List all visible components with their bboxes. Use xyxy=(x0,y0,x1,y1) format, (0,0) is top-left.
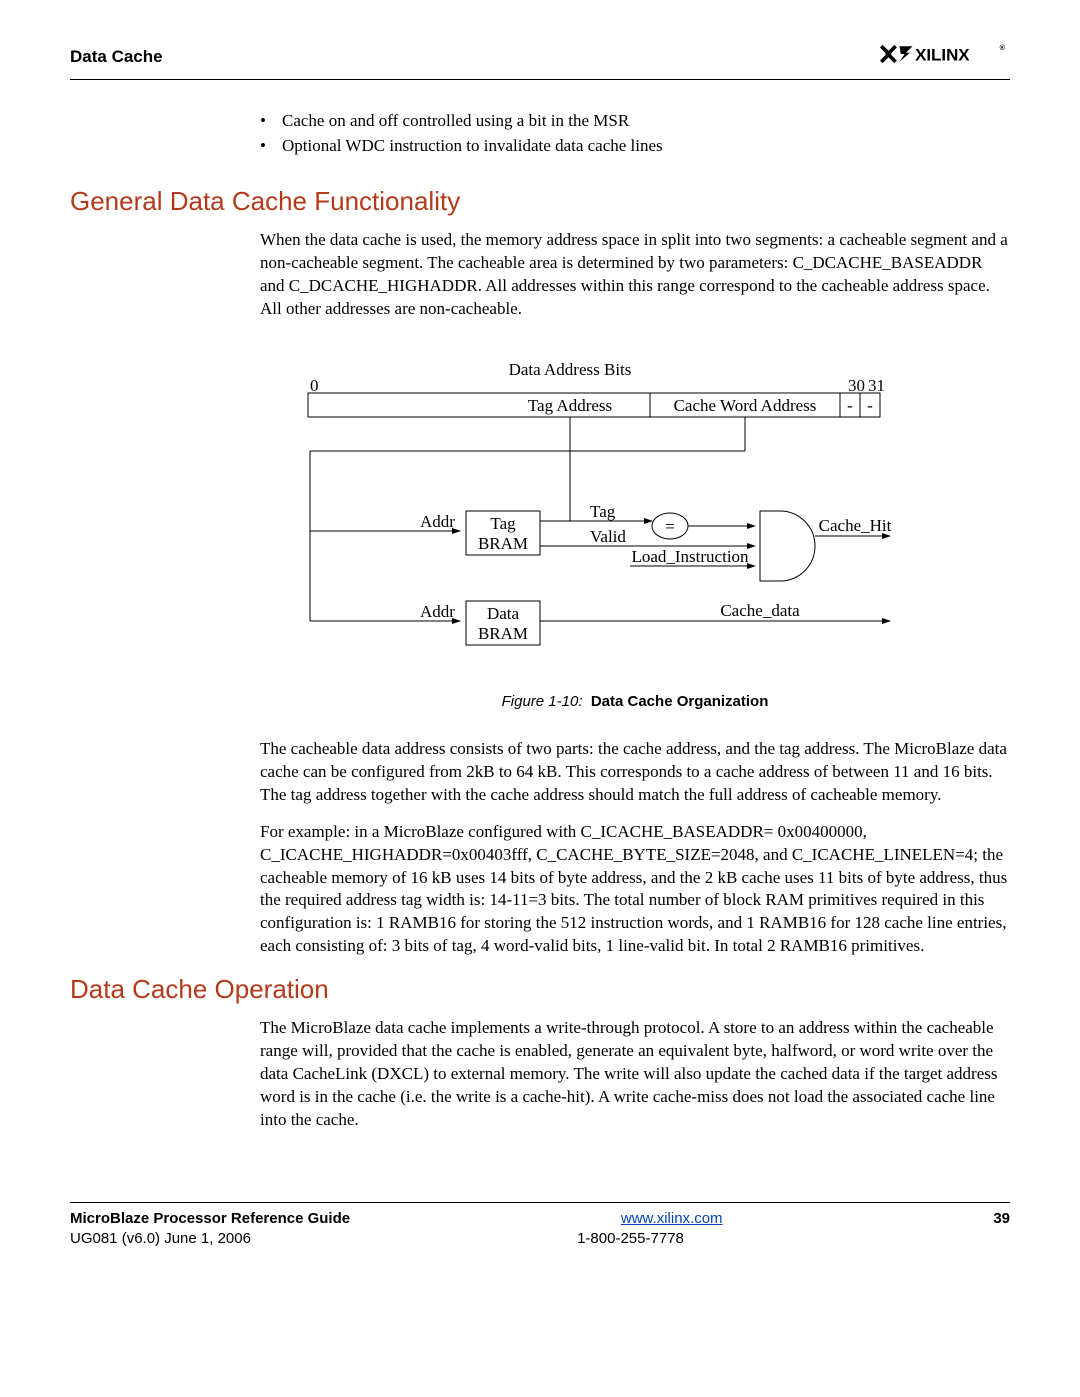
svg-text:Cache_Hit: Cache_Hit xyxy=(819,516,892,535)
svg-text:-: - xyxy=(847,396,853,415)
svg-text:Addr: Addr xyxy=(420,512,455,531)
bullet-item: Optional WDC instruction to invalidate d… xyxy=(260,135,1010,158)
figure-diagram: Data Address Bits 0 30 31 Tag Address Ca… xyxy=(260,361,1010,712)
header-section: Data Cache xyxy=(70,46,163,69)
paragraph: When the data cache is used, the memory … xyxy=(260,229,1010,321)
paragraph: The MicroBlaze data cache implements a w… xyxy=(260,1017,1010,1132)
svg-text:Tag: Tag xyxy=(490,514,516,533)
page-footer: MicroBlaze Processor Reference Guide www… xyxy=(70,1202,1010,1250)
svg-text:Data: Data xyxy=(487,604,520,623)
svg-text:Data Address Bits: Data Address Bits xyxy=(509,361,632,379)
svg-text:30: 30 xyxy=(848,376,865,395)
svg-text:XILINX: XILINX xyxy=(915,46,970,65)
header-rule xyxy=(70,79,1010,80)
bullet-item: Cache on and off controlled using a bit … xyxy=(260,110,1010,133)
figure-caption: Figure 1-10: Data Cache Organization xyxy=(260,692,1010,712)
svg-text:-: - xyxy=(867,396,873,415)
svg-text:Load_Instruction: Load_Instruction xyxy=(631,547,749,566)
svg-text:0: 0 xyxy=(310,376,319,395)
bullet-list: Cache on and off controlled using a bit … xyxy=(260,110,1010,158)
svg-text:31: 31 xyxy=(868,376,885,395)
section-heading-general: General Data Cache Functionality xyxy=(70,184,1010,219)
svg-text:Tag: Tag xyxy=(590,502,616,521)
svg-text:Tag Address: Tag Address xyxy=(528,396,612,415)
page-number: 39 xyxy=(993,1210,1010,1227)
xilinx-logo: XILINX ® xyxy=(880,40,1010,75)
svg-text:Valid: Valid xyxy=(590,527,626,546)
svg-text:Cache_data: Cache_data xyxy=(720,601,800,620)
svg-text:Cache Word Address: Cache Word Address xyxy=(674,396,817,415)
paragraph: The cacheable data address consists of t… xyxy=(260,738,1010,807)
svg-text:®: ® xyxy=(1000,44,1006,52)
section-heading-operation: Data Cache Operation xyxy=(70,972,1010,1007)
paragraph: For example: in a MicroBlaze configured … xyxy=(260,821,1010,959)
svg-text:Addr: Addr xyxy=(420,602,455,621)
svg-text:BRAM: BRAM xyxy=(478,624,528,643)
svg-text:=: = xyxy=(665,517,675,536)
footer-link[interactable]: www.xilinx.com xyxy=(621,1210,723,1227)
svg-text:BRAM: BRAM xyxy=(478,534,528,553)
